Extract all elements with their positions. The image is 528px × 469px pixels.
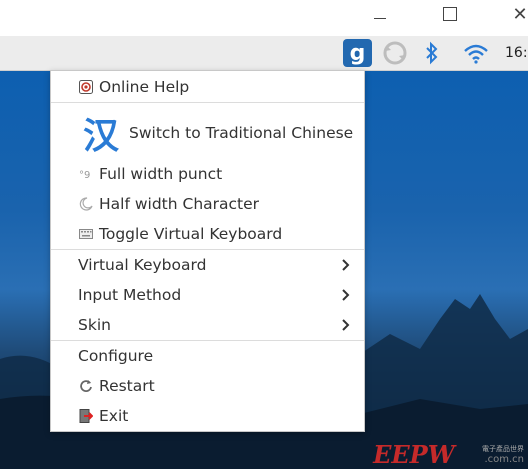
menu-item-virtual-keyboard[interactable]: Virtual Keyboard xyxy=(51,250,364,280)
menu-item-switch-traditional-chinese[interactable]: 汉 Switch to Traditional Chinese xyxy=(51,105,364,161)
menu-item-label: Virtual Keyboard xyxy=(78,256,207,274)
menu-item-label: Toggle Virtual Keyboard xyxy=(99,225,283,243)
watermark-url: .com.cn xyxy=(484,454,524,465)
bluetooth-icon xyxy=(426,41,438,65)
menu-item-label: Configure xyxy=(78,347,154,365)
close-icon: ✕ xyxy=(512,3,528,25)
menu-item-label: Switch to Traditional Chinese xyxy=(129,124,354,142)
maximize-button[interactable] xyxy=(430,0,470,28)
clock[interactable]: 16: xyxy=(505,39,528,67)
fcitx-icon: g xyxy=(349,40,366,66)
svg-text:°9: °9 xyxy=(79,170,90,181)
menu-separator xyxy=(51,102,364,103)
minimize-button[interactable] xyxy=(360,0,400,28)
top-panel: g 16: xyxy=(0,36,528,71)
sync-icon xyxy=(383,41,407,65)
window-titlebar: ✕ xyxy=(0,0,528,36)
menu-item-label: Skin xyxy=(78,316,111,334)
sync-tray-button[interactable] xyxy=(381,39,409,67)
maximize-icon xyxy=(443,7,457,21)
watermark: EEPW 電子產品世界 .com.cn xyxy=(370,440,528,469)
exit-icon xyxy=(79,409,93,423)
menu-item-label: Restart xyxy=(99,377,155,395)
wifi-icon xyxy=(464,44,488,64)
watermark-logo: EEPW xyxy=(373,440,455,469)
menu-item-exit[interactable]: Exit xyxy=(51,401,364,431)
close-button[interactable]: ✕ xyxy=(500,0,528,28)
minimize-icon xyxy=(374,17,386,19)
menu-item-input-method[interactable]: Input Method xyxy=(51,280,364,310)
bluetooth-tray-button[interactable] xyxy=(420,39,444,67)
menu-item-online-help[interactable]: Online Help xyxy=(51,72,364,102)
half-moon-icon xyxy=(79,197,93,211)
fcitx-tray-button[interactable]: g xyxy=(343,39,372,67)
chevron-right-icon xyxy=(342,259,350,271)
menu-item-configure[interactable]: Configure xyxy=(51,341,364,371)
chevron-right-icon xyxy=(342,289,350,301)
menu-item-label: Input Method xyxy=(78,286,182,304)
chinese-char-icon: 汉 xyxy=(82,115,119,157)
menu-item-label: Online Help xyxy=(99,78,190,96)
watermark-cn: 電子產品世界 xyxy=(482,445,524,453)
keyboard-icon xyxy=(79,227,93,241)
menu-item-skin[interactable]: Skin xyxy=(51,310,364,340)
punct-icon: °9 xyxy=(79,167,93,181)
menu-item-half-width-character[interactable]: Half width Character xyxy=(51,189,364,219)
menu-item-label: Exit xyxy=(99,407,129,425)
fcitx-context-menu: Online Help 汉 Switch to Traditional Chin… xyxy=(50,70,365,432)
menu-item-label: Half width Character xyxy=(99,195,260,213)
menu-item-toggle-virtual-keyboard[interactable]: Toggle Virtual Keyboard xyxy=(51,219,364,249)
restart-icon xyxy=(79,379,93,393)
help-icon xyxy=(79,80,93,94)
menu-item-label: Full width punct xyxy=(99,165,223,183)
wifi-tray-button[interactable] xyxy=(460,39,492,67)
menu-item-full-width-punct[interactable]: °9 Full width punct xyxy=(51,159,364,189)
chevron-right-icon xyxy=(342,319,350,331)
menu-item-restart[interactable]: Restart xyxy=(51,371,364,401)
watermark-side: 電子產品世界 .com.cn xyxy=(458,444,528,465)
